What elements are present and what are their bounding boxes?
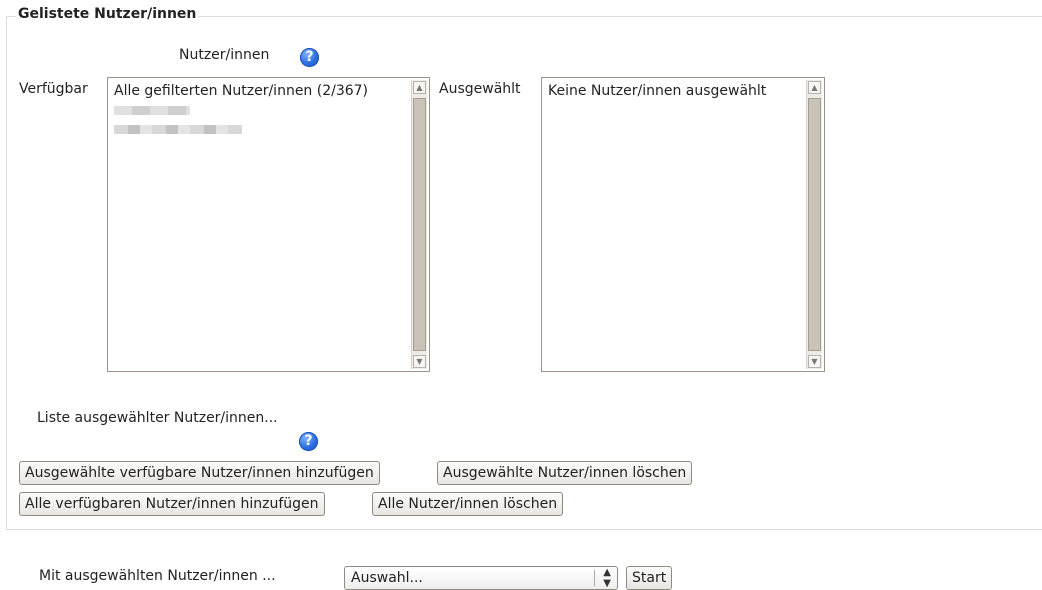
select-value: Auswahl...	[351, 570, 423, 586]
available-label: Verfügbar	[19, 81, 88, 97]
start-button[interactable]: Start	[626, 566, 673, 590]
help-icon[interactable]: ?	[299, 432, 318, 451]
available-scrollbar[interactable]: ▲ ▼	[411, 80, 427, 369]
scroll-down-arrow-icon[interactable]: ▼	[808, 355, 821, 368]
scroll-thumb[interactable]	[808, 98, 821, 351]
remove-selected-users-button[interactable]: Ausgewählte Nutzer/innen löschen	[437, 461, 693, 485]
redacted-list-item[interactable]	[114, 101, 409, 120]
selected-users-listbox[interactable]: Keine Nutzer/innen ausgewählt ▲ ▼	[541, 77, 825, 372]
selected-label: Ausgewählt	[439, 81, 521, 97]
remove-all-users-button[interactable]: Alle Nutzer/innen löschen	[372, 492, 564, 516]
selected-scrollbar[interactable]: ▲ ▼	[806, 80, 822, 369]
add-all-users-button[interactable]: Alle verfügbaren Nutzer/innen hinzufügen	[19, 492, 325, 516]
redacted-list-item[interactable]	[114, 120, 409, 139]
scroll-thumb[interactable]	[413, 98, 426, 351]
available-users-listbox[interactable]: Alle gefilterten Nutzer/innen (2/367) ▲ …	[107, 77, 430, 372]
scroll-up-arrow-icon[interactable]: ▲	[413, 81, 426, 94]
add-selected-users-button[interactable]: Ausgewählte verfügbare Nutzer/innen hinz…	[19, 461, 380, 485]
scroll-up-arrow-icon[interactable]: ▲	[808, 81, 821, 94]
select-divider	[594, 570, 595, 586]
users-label: Nutzer/innen	[179, 47, 270, 63]
fieldset-legend: Gelistete Nutzer/innen	[16, 6, 199, 22]
help-icon[interactable]: ?	[300, 48, 319, 67]
list-item[interactable]: Alle gefilterten Nutzer/innen (2/367)	[114, 82, 409, 101]
scroll-down-arrow-icon[interactable]: ▼	[413, 355, 426, 368]
updown-arrows-icon: ▲ ▼	[603, 567, 611, 589]
list-item[interactable]: Keine Nutzer/innen ausgewählt	[548, 82, 804, 101]
bulk-action-label: Mit ausgewählten Nutzer/innen ...	[39, 568, 276, 584]
selected-list-label: Liste ausgewählter Nutzer/innen...	[37, 410, 278, 426]
bulk-action-select[interactable]: Auswahl... ▲ ▼	[344, 566, 618, 590]
